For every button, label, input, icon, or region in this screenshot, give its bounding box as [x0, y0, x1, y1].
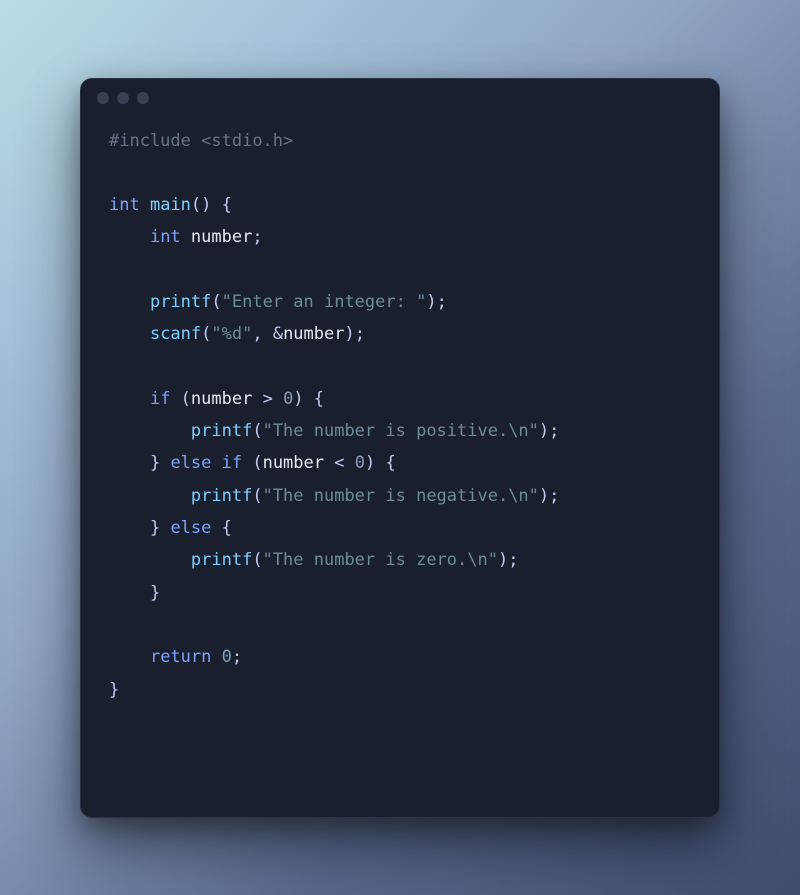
token-preprocessor: #include — [109, 131, 191, 151]
token-indent — [109, 324, 150, 344]
window-control-close[interactable] — [97, 92, 109, 104]
token-function: printf — [191, 550, 252, 570]
token-indent — [109, 421, 191, 441]
token-operator: < — [324, 453, 355, 473]
code-block: #include <stdio.h> int main() { int numb… — [81, 117, 719, 734]
token-type: int — [109, 195, 140, 215]
token-indent — [109, 453, 150, 473]
token-indent — [109, 486, 191, 506]
token-identifier: number — [283, 324, 344, 344]
token-function: printf — [150, 292, 211, 312]
token-identifier: number — [181, 227, 253, 247]
token-identifier: number — [191, 389, 252, 409]
token-punct: ( — [252, 486, 262, 506]
token-punct: } — [150, 453, 160, 473]
token-function: scanf — [150, 324, 201, 344]
token-string: "The number is negative.\n" — [263, 486, 539, 506]
token-number: 0 — [283, 389, 293, 409]
token-punct: } — [150, 583, 160, 603]
token-punct: ; — [252, 227, 262, 247]
token-punct: ; — [232, 647, 242, 667]
token-indent — [109, 583, 150, 603]
token-keyword: return — [150, 647, 211, 667]
token-punct: } — [109, 680, 119, 700]
token-punct: ) { — [293, 389, 324, 409]
token-punct: ); — [539, 421, 559, 441]
token-punct: ); — [539, 486, 559, 506]
token-punct: ) { — [365, 453, 396, 473]
token-string: "The number is zero.\n" — [263, 550, 498, 570]
token-punct: ( — [211, 292, 221, 312]
token-number: 0 — [222, 647, 232, 667]
token-punct: ( — [170, 389, 190, 409]
token-indent — [109, 389, 150, 409]
token-punct: } — [150, 518, 160, 538]
token-type: int — [150, 227, 181, 247]
code-window: #include <stdio.h> int main() { int numb… — [80, 78, 720, 818]
token-function: printf — [191, 486, 252, 506]
token-indent — [109, 292, 150, 312]
token-number: 0 — [355, 453, 365, 473]
window-control-zoom[interactable] — [137, 92, 149, 104]
token-keyword: if — [150, 389, 170, 409]
token-indent — [109, 227, 150, 247]
token-string: "%d" — [211, 324, 252, 344]
token-indent — [109, 518, 150, 538]
token-string: "Enter an integer: " — [222, 292, 427, 312]
token-keyword: else if — [160, 453, 242, 473]
token-punct: () — [191, 195, 211, 215]
window-titlebar — [81, 79, 719, 117]
token-punct: ( — [252, 550, 262, 570]
token-identifier: number — [263, 453, 324, 473]
token-indent — [109, 550, 191, 570]
token-function: main — [150, 195, 191, 215]
token-punct: ); — [426, 292, 446, 312]
token-keyword: else — [160, 518, 211, 538]
token-string: "The number is positive.\n" — [263, 421, 539, 441]
token-space — [211, 647, 221, 667]
token-punct: { — [211, 518, 231, 538]
token-function: printf — [191, 421, 252, 441]
token-punct: ); — [498, 550, 518, 570]
token-indent — [109, 647, 150, 667]
token-punct: { — [211, 195, 231, 215]
token-operator: > — [252, 389, 283, 409]
token-punct: ); — [344, 324, 364, 344]
window-control-minimize[interactable] — [117, 92, 129, 104]
token-punct: ( — [201, 324, 211, 344]
token-include-header: <stdio.h> — [201, 131, 293, 151]
token-punct: ( — [242, 453, 262, 473]
token-punct: , & — [252, 324, 283, 344]
token-punct: ( — [252, 421, 262, 441]
